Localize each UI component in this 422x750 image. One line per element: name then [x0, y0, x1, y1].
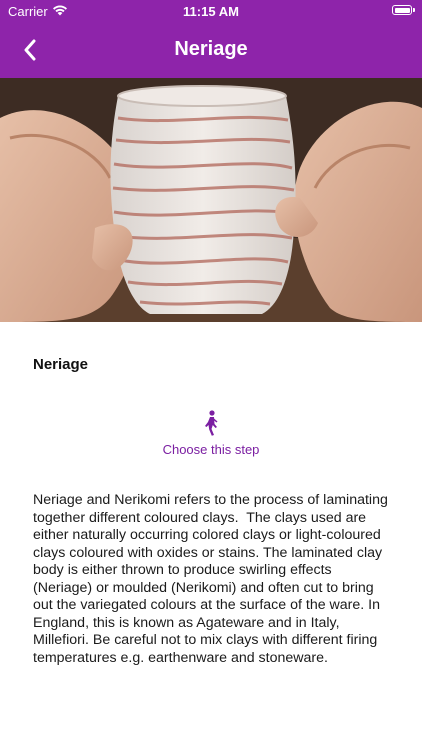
page-title: Neriage — [174, 38, 248, 60]
step-detail: Neriage Choose this step Neriage and Ner… — [0, 322, 422, 750]
step-description: Neriage and Nerikomi refers to the proce… — [33, 492, 392, 666]
battery-icon — [392, 5, 415, 15]
status-time: 11:15 AM — [183, 4, 239, 19]
step-heading: Neriage — [33, 356, 89, 373]
choose-step-label: Choose this step — [162, 442, 260, 457]
hero-image-neriage-cup — [0, 78, 422, 322]
navigation-bar: Neriage — [0, 22, 422, 78]
cup-illustration — [0, 78, 422, 322]
status-bar: Carrier 11:15 AM — [0, 0, 422, 22]
walking-person-icon — [205, 410, 218, 436]
choose-step-button[interactable]: Choose this step — [0, 410, 422, 457]
app-header: Carrier 11:15 AM Neriage — [0, 0, 422, 78]
